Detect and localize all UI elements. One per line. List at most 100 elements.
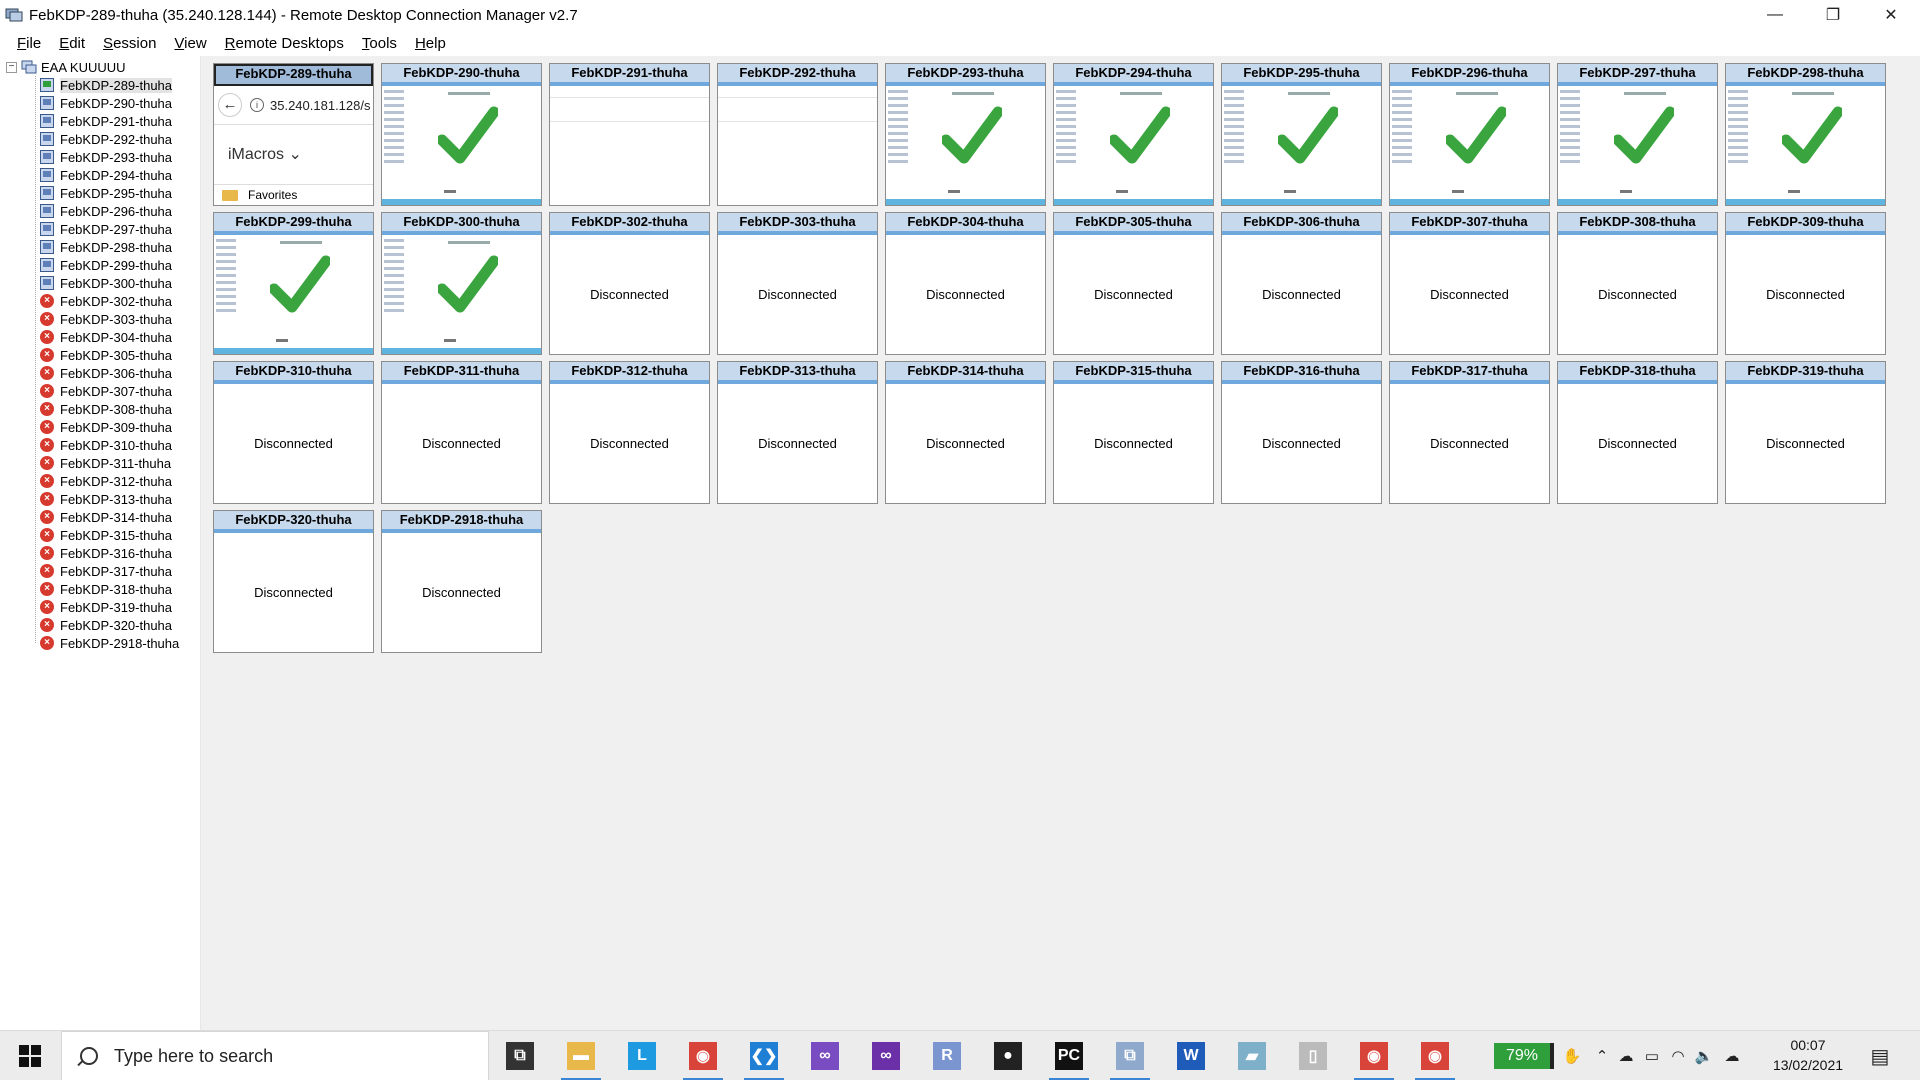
- tree-item-febkdp-311-thuha[interactable]: × FebKDP-311-thuha: [40, 454, 179, 472]
- tile-title[interactable]: FebKDP-290-thuha: [382, 64, 541, 86]
- tile-febkdp-298-thuha[interactable]: FebKDP-298-thuha: [1725, 63, 1886, 206]
- tile-febkdp-308-thuha[interactable]: FebKDP-308-thuha Disconnected: [1557, 212, 1718, 355]
- tree-item-febkdp-292-thuha[interactable]: FebKDP-292-thuha: [40, 130, 179, 148]
- tile-febkdp-300-thuha[interactable]: FebKDP-300-thuha: [381, 212, 542, 355]
- notification-center-icon[interactable]: ▤: [1860, 1031, 1900, 1080]
- tile-febkdp-307-thuha[interactable]: FebKDP-307-thuha Disconnected: [1389, 212, 1550, 355]
- tile-febkdp-318-thuha[interactable]: FebKDP-318-thuha Disconnected: [1557, 361, 1718, 504]
- tree-item-febkdp-320-thuha[interactable]: × FebKDP-320-thuha: [40, 616, 179, 634]
- tile-febkdp-296-thuha[interactable]: FebKDP-296-thuha: [1389, 63, 1550, 206]
- tile-febkdp-297-thuha[interactable]: FebKDP-297-thuha: [1557, 63, 1718, 206]
- tree-item-febkdp-305-thuha[interactable]: × FebKDP-305-thuha: [40, 346, 179, 364]
- tile-body[interactable]: [1390, 86, 1549, 205]
- tree-item-febkdp-2918-thuha[interactable]: × FebKDP-2918-thuha: [40, 634, 179, 652]
- taskbar-r-app[interactable]: R: [921, 1031, 973, 1080]
- taskbar-search-box[interactable]: Type here to search: [61, 1031, 489, 1080]
- tile-febkdp-315-thuha[interactable]: FebKDP-315-thuha Disconnected: [1053, 361, 1214, 504]
- taskbar-chrome[interactable]: ◉: [677, 1031, 729, 1080]
- tile-febkdp-295-thuha[interactable]: FebKDP-295-thuha: [1221, 63, 1382, 206]
- tile-title[interactable]: FebKDP-312-thuha: [550, 362, 709, 384]
- tile-febkdp-290-thuha[interactable]: FebKDP-290-thuha: [381, 63, 542, 206]
- tree-item-febkdp-293-thuha[interactable]: FebKDP-293-thuha: [40, 148, 179, 166]
- tile-title[interactable]: FebKDP-296-thuha: [1390, 64, 1549, 86]
- tree-item-febkdp-304-thuha[interactable]: × FebKDP-304-thuha: [40, 328, 179, 346]
- taskbar-github[interactable]: ●: [982, 1031, 1034, 1080]
- tile-title[interactable]: FebKDP-318-thuha: [1558, 362, 1717, 384]
- tile-body[interactable]: [1558, 86, 1717, 205]
- tile-title[interactable]: FebKDP-298-thuha: [1726, 64, 1885, 86]
- tile-febkdp-294-thuha[interactable]: FebKDP-294-thuha: [1053, 63, 1214, 206]
- tile-title[interactable]: FebKDP-309-thuha: [1726, 213, 1885, 235]
- taskbar-visual-studio-2[interactable]: ∞: [860, 1031, 912, 1080]
- tile-febkdp-311-thuha[interactable]: FebKDP-311-thuha Disconnected: [381, 361, 542, 504]
- tile-body[interactable]: Disconnected: [1726, 235, 1885, 354]
- imacros-menu[interactable]: iMacros ⌄: [228, 144, 302, 164]
- tile-title[interactable]: FebKDP-297-thuha: [1558, 64, 1717, 86]
- taskbar-chrome-2[interactable]: ◉: [1348, 1031, 1400, 1080]
- tile-title[interactable]: FebKDP-317-thuha: [1390, 362, 1549, 384]
- tree-item-febkdp-312-thuha[interactable]: × FebKDP-312-thuha: [40, 472, 179, 490]
- tile-body[interactable]: Disconnected: [1558, 384, 1717, 503]
- menu-help[interactable]: Help: [406, 35, 455, 52]
- tree-item-febkdp-307-thuha[interactable]: × FebKDP-307-thuha: [40, 382, 179, 400]
- tile-body[interactable]: Disconnected: [1054, 235, 1213, 354]
- tree-item-febkdp-300-thuha[interactable]: FebKDP-300-thuha: [40, 274, 179, 292]
- taskbar-notepad[interactable]: ▰: [1226, 1031, 1278, 1080]
- tile-febkdp-299-thuha[interactable]: FebKDP-299-thuha: [213, 212, 374, 355]
- tile-title[interactable]: FebKDP-320-thuha: [214, 511, 373, 533]
- tile-body[interactable]: Disconnected: [550, 384, 709, 503]
- cloud-icon[interactable]: ☁: [1614, 1031, 1638, 1080]
- tile-title[interactable]: FebKDP-310-thuha: [214, 362, 373, 384]
- tile-body[interactable]: Disconnected: [1054, 384, 1213, 503]
- tile-febkdp-319-thuha[interactable]: FebKDP-319-thuha Disconnected: [1725, 361, 1886, 504]
- tile-febkdp-302-thuha[interactable]: FebKDP-302-thuha Disconnected: [549, 212, 710, 355]
- tile-body[interactable]: Disconnected: [718, 384, 877, 503]
- tile-body[interactable]: [718, 86, 877, 205]
- tile-body[interactable]: Disconnected: [382, 533, 541, 652]
- menu-tools[interactable]: Tools: [353, 35, 406, 52]
- tile-body[interactable]: Disconnected: [1222, 384, 1381, 503]
- tile-title[interactable]: FebKDP-306-thuha: [1222, 213, 1381, 235]
- close-button[interactable]: ✕: [1862, 0, 1920, 30]
- server-tree[interactable]: − EAA KUUUUU FebKDP-289-thuha FebKDP-290-…: [0, 56, 201, 1030]
- tile-body[interactable]: Disconnected: [1390, 384, 1549, 503]
- tile-title[interactable]: FebKDP-315-thuha: [1054, 362, 1213, 384]
- tile-body[interactable]: Disconnected: [886, 384, 1045, 503]
- tile-body[interactable]: Disconnected: [382, 384, 541, 503]
- menu-session[interactable]: Session: [94, 35, 165, 52]
- tile-body[interactable]: [1222, 86, 1381, 205]
- tile-title[interactable]: FebKDP-302-thuha: [550, 213, 709, 235]
- tile-febkdp-292-thuha[interactable]: FebKDP-292-thuha: [717, 63, 878, 206]
- taskbar-chrome-3[interactable]: ◉: [1409, 1031, 1461, 1080]
- taskbar-word[interactable]: W: [1165, 1031, 1217, 1080]
- tile-title[interactable]: FebKDP-308-thuha: [1558, 213, 1717, 235]
- maximize-button[interactable]: ❐: [1804, 0, 1862, 30]
- onedrive-icon[interactable]: ☁: [1720, 1031, 1744, 1080]
- tree-item-febkdp-295-thuha[interactable]: FebKDP-295-thuha: [40, 184, 179, 202]
- wifi-icon[interactable]: ◠: [1666, 1031, 1690, 1080]
- tile-body[interactable]: Disconnected: [1558, 235, 1717, 354]
- favorites-bar[interactable]: Favorites: [214, 184, 373, 205]
- tile-febkdp-313-thuha[interactable]: FebKDP-313-thuha Disconnected: [717, 361, 878, 504]
- tree-item-febkdp-297-thuha[interactable]: FebKDP-297-thuha: [40, 220, 179, 238]
- tile-title[interactable]: FebKDP-293-thuha: [886, 64, 1045, 86]
- tile-body[interactable]: Disconnected: [550, 235, 709, 354]
- info-icon[interactable]: i: [250, 98, 264, 112]
- tile-title[interactable]: FebKDP-311-thuha: [382, 362, 541, 384]
- taskbar-vscode[interactable]: ❮❯: [738, 1031, 790, 1080]
- tile-title[interactable]: FebKDP-294-thuha: [1054, 64, 1213, 86]
- tree-item-febkdp-319-thuha[interactable]: × FebKDP-319-thuha: [40, 598, 179, 616]
- tile-febkdp-317-thuha[interactable]: FebKDP-317-thuha Disconnected: [1389, 361, 1550, 504]
- battery-percentage[interactable]: 79%: [1494, 1043, 1554, 1069]
- tile-body[interactable]: Disconnected: [214, 384, 373, 503]
- tile-title[interactable]: FebKDP-316-thuha: [1222, 362, 1381, 384]
- tile-title[interactable]: FebKDP-2918-thuha: [382, 511, 541, 533]
- taskbar-rdcman[interactable]: ⧉: [1104, 1031, 1156, 1080]
- tile-body[interactable]: Disconnected: [718, 235, 877, 354]
- tree-item-febkdp-296-thuha[interactable]: FebKDP-296-thuha: [40, 202, 179, 220]
- tile-febkdp-293-thuha[interactable]: FebKDP-293-thuha: [885, 63, 1046, 206]
- tile-febkdp-2918-thuha[interactable]: FebKDP-2918-thuha Disconnected: [381, 510, 542, 653]
- chevron-up-icon[interactable]: ⌃: [1590, 1031, 1614, 1080]
- tile-febkdp-312-thuha[interactable]: FebKDP-312-thuha Disconnected: [549, 361, 710, 504]
- volume-icon[interactable]: 🔈: [1692, 1031, 1716, 1080]
